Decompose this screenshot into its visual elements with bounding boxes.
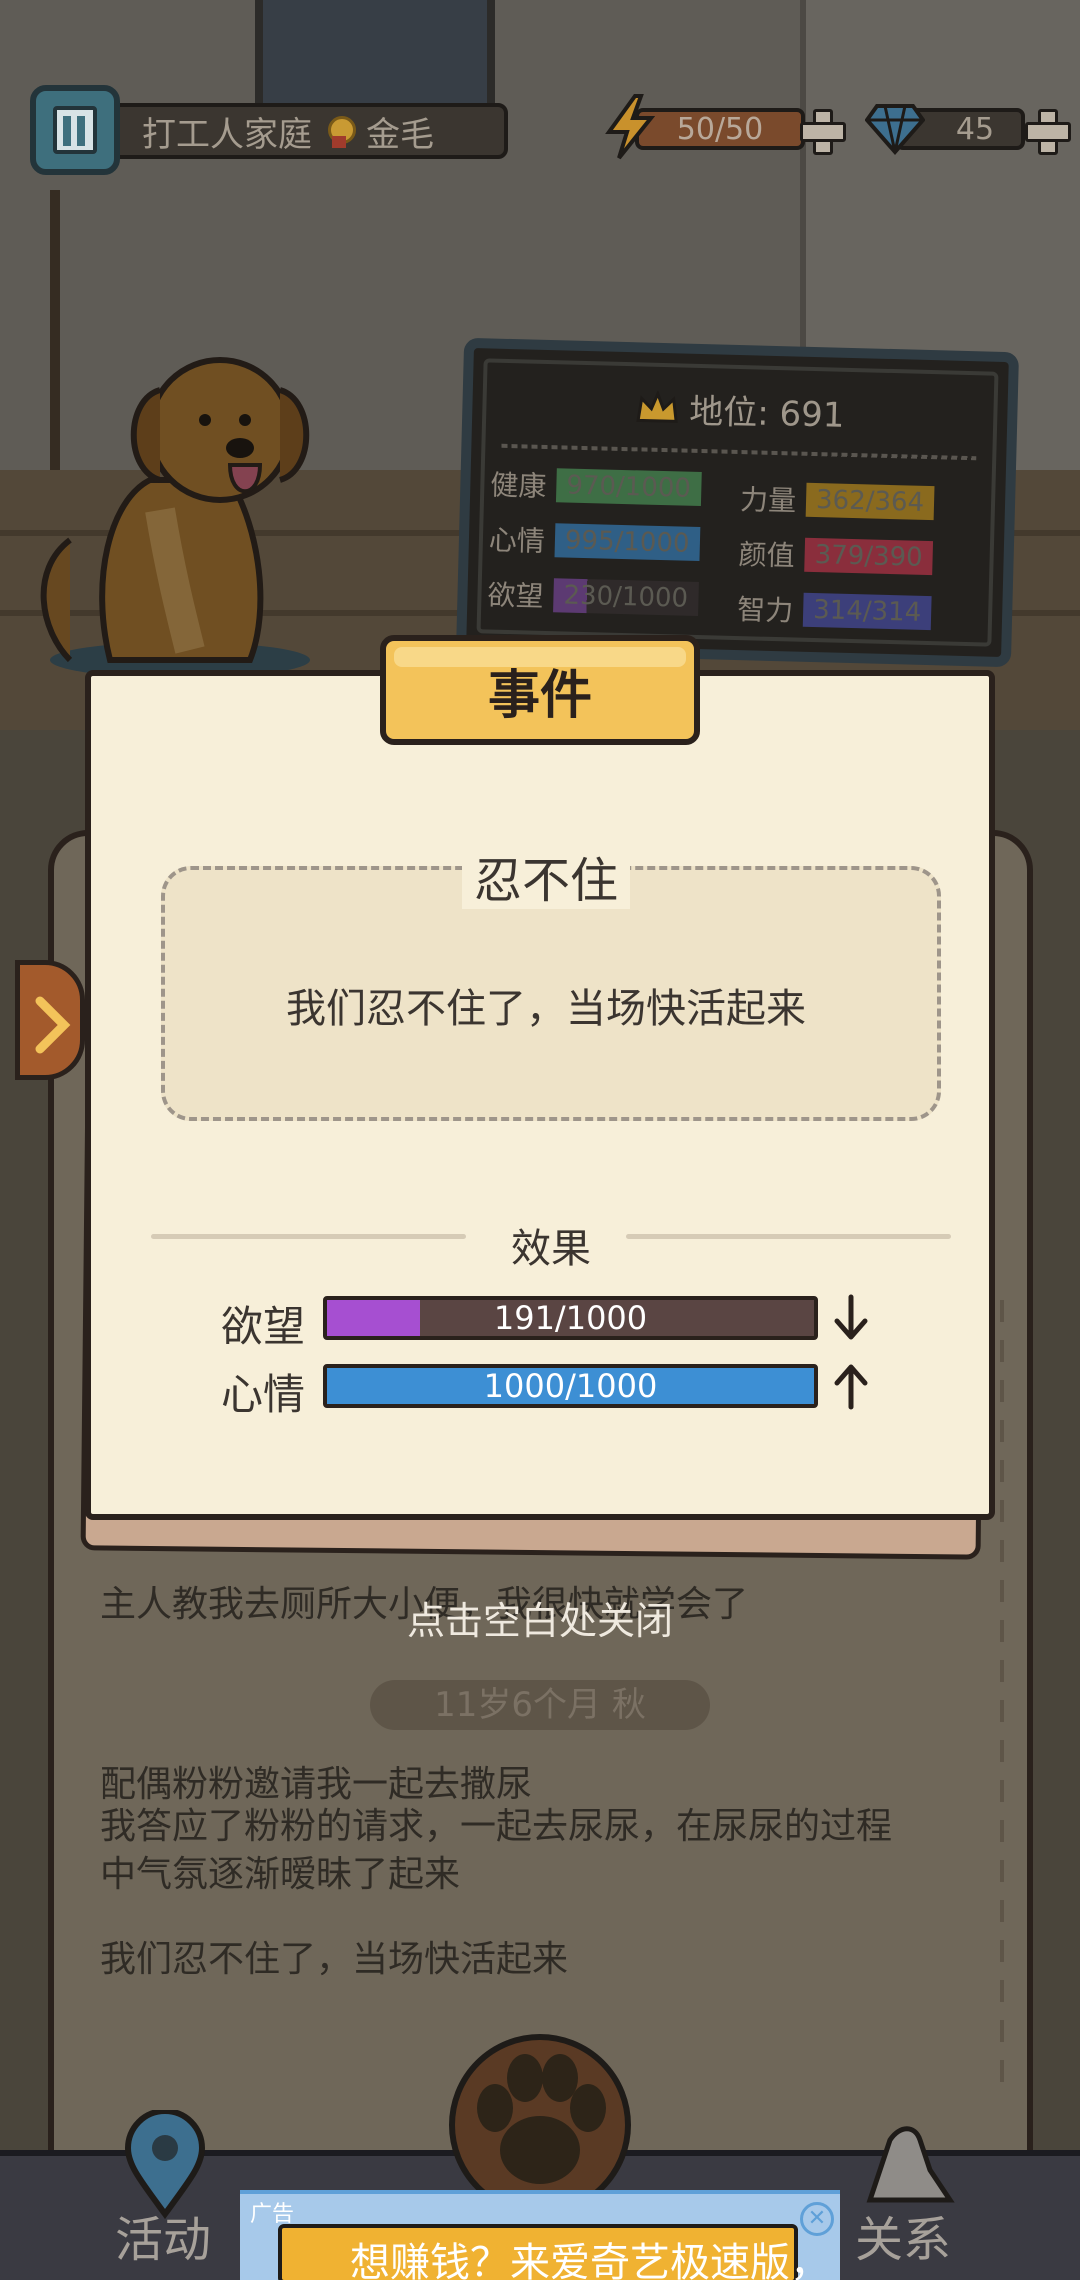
add-energy-icon[interactable]: [800, 109, 846, 155]
event-title: 忍不住: [91, 841, 1001, 911]
effect-desire-label: 欲望: [221, 1302, 306, 1351]
stat-intelligence: 智力 314/314: [737, 588, 932, 633]
effect-desire-value: 191/1000: [493, 1299, 648, 1337]
building-icon: [53, 106, 97, 154]
effect-header: 效果: [151, 1216, 951, 1272]
family-info[interactable]: 打工人家庭 金毛: [30, 85, 508, 175]
add-gem-icon[interactable]: [1025, 109, 1071, 155]
stat-strength: 力量 362/364: [740, 478, 935, 523]
stat-mood: 心情 995/1000: [488, 519, 700, 564]
home-icon[interactable]: [30, 85, 120, 175]
arrow-up-icon: [834, 1364, 868, 1410]
family-pill: 打工人家庭 金毛: [108, 103, 508, 159]
handshake-icon: [866, 2126, 955, 2203]
log-date: 11岁6个月 秋: [370, 1680, 710, 1730]
log-entry: 我们忍不住了，当场快活起来: [100, 1939, 569, 1980]
breed-name: 金毛: [366, 114, 434, 155]
nav-relation-button[interactable]: 关系: [855, 2200, 951, 2270]
gem-counter: 45: [865, 100, 1071, 156]
effect-mood-bar: 1000/1000: [323, 1364, 818, 1408]
stat-health: 健康 970/1000: [490, 464, 702, 509]
close-hint[interactable]: 点击空白处关闭: [0, 1590, 1080, 1645]
chevron-right-icon: [35, 996, 71, 1054]
log-entry: 我答应了粉粉的请求，一起去尿尿，在尿尿的过程: [100, 1806, 893, 1847]
log-entry: 中气氛逐渐暧昧了起来: [100, 1854, 461, 1895]
lightning-icon: [605, 94, 655, 160]
expand-arrow-button[interactable]: [15, 960, 85, 1080]
effect-label: 效果: [497, 1226, 605, 1272]
event-dialog[interactable]: 忍不住 我们忍不住了，当场快活起来 效果 欲望 191/1000 心情 1000…: [80, 635, 995, 1560]
stat-looks: 颜值 379/390: [738, 533, 934, 578]
effect-desire-bar: 191/1000: [323, 1296, 818, 1340]
medal-icon: [326, 116, 356, 148]
ad-text[interactable]: 想赚钱？来爱奇艺极速版，: [350, 2230, 830, 2280]
event-banner: 事件: [380, 635, 700, 745]
effect-mood-value: 1000/1000: [483, 1367, 658, 1405]
nav-activity-button[interactable]: 活动: [115, 2200, 211, 2270]
energy-counter: 50/50: [605, 94, 846, 160]
diamond-icon: [865, 104, 925, 156]
status-label: 地位: 691: [688, 391, 845, 436]
arrow-down-icon: [834, 1294, 868, 1340]
event-description: 我们忍不住了，当场快活起来: [286, 986, 806, 1032]
stat-desire: 欲望 230/1000: [487, 573, 699, 618]
crown-icon: [636, 389, 678, 423]
family-name: 打工人家庭: [142, 114, 312, 155]
stats-board: 地位: 691 健康 970/1000 力量 362/364 心情 995/10…: [455, 337, 1020, 668]
energy-value: 50/50: [635, 108, 805, 150]
effect-mood-label: 心情: [221, 1370, 306, 1419]
dialog-paper: 忍不住 我们忍不住了，当场快活起来 效果 欲望 191/1000 心情 1000…: [85, 670, 995, 1520]
